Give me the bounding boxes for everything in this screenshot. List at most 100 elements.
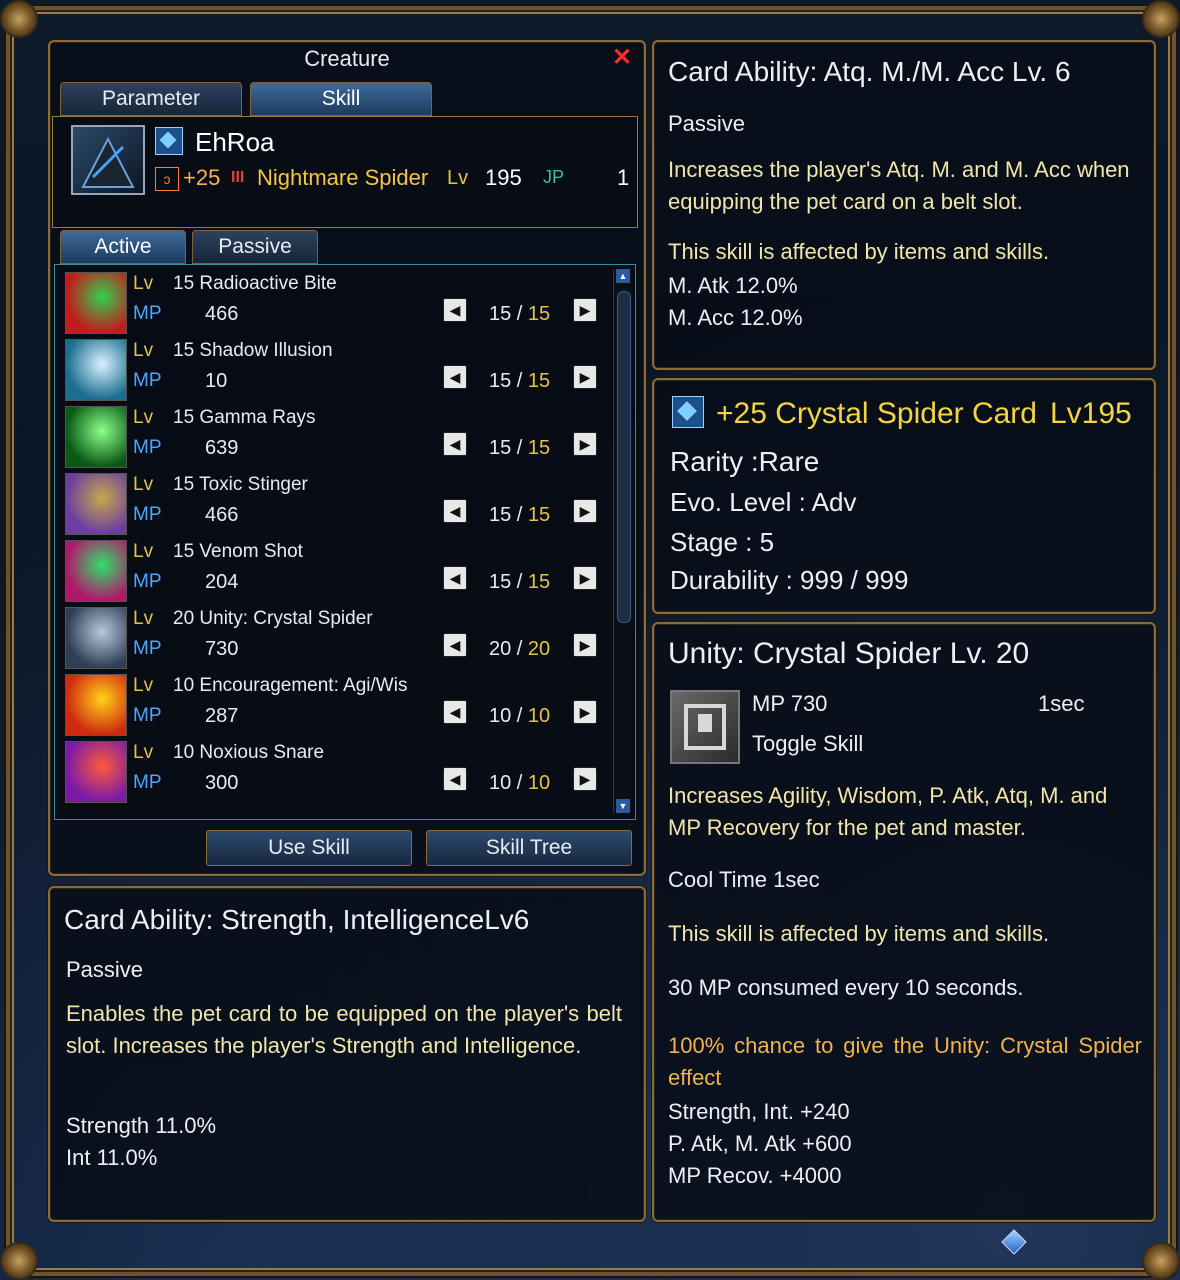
skill-title: Unity: Crystal Spider Lv. 20 <box>668 637 1030 670</box>
skill-points-max: 20 <box>527 638 551 660</box>
skill-mp: 466 <box>205 504 239 526</box>
skill-points: 15 / 15 <box>489 504 551 526</box>
decrease-level-icon[interactable]: ◀ <box>443 365 467 389</box>
mp-label: MP <box>133 772 162 793</box>
card-ability-title: Card Ability: Strength, IntelligenceLv6 <box>64 904 530 935</box>
skill-points-max: 15 <box>527 303 551 325</box>
snare-icon[interactable] <box>65 741 127 803</box>
ability-description: Enables the pet card to be equipped on t… <box>66 1001 622 1058</box>
decrease-level-icon[interactable]: ◀ <box>443 767 467 791</box>
green-burst-icon[interactable] <box>65 406 127 468</box>
close-icon[interactable]: ✕ <box>608 44 636 72</box>
skill-effect: Strength, Int. +240 <box>668 1099 850 1124</box>
corner-ornament <box>0 0 38 38</box>
skill-row[interactable]: Lv 15 Shadow Illusion MP 10 ◀ 15 / 15 ▶ <box>65 336 605 402</box>
skill-name: Unity: Crystal Spider <box>199 608 373 629</box>
skill-name: Shadow Illusion <box>199 340 333 361</box>
scroll-down-icon[interactable]: ▼ <box>616 799 630 813</box>
tab-passive[interactable]: Passive <box>192 230 318 264</box>
venom-icon[interactable] <box>65 540 127 602</box>
skill-points-current: 15 <box>489 504 512 526</box>
creature-window: Creature ✕ Parameter Skill EhRoa ↄ +25 I… <box>48 40 646 876</box>
level-label: Lv <box>133 742 154 763</box>
stinger-icon[interactable] <box>65 473 127 535</box>
scroll-up-icon[interactable]: ▲ <box>616 269 630 283</box>
increase-level-icon[interactable]: ▶ <box>573 767 597 791</box>
tab-active[interactable]: Active <box>60 230 186 264</box>
skill-points: 15 / 15 <box>489 571 551 593</box>
skill-tree-button[interactable]: Skill Tree <box>426 830 632 866</box>
skill-level-name: 15 Shadow Illusion <box>173 340 333 362</box>
jp-label: JP <box>543 167 565 187</box>
scroll-thumb[interactable] <box>617 291 631 623</box>
skill-level: 15 <box>173 340 195 361</box>
skill-points-current: 15 <box>489 437 512 459</box>
skill-points: 10 / 10 <box>489 705 551 727</box>
skill-name: Venom Shot <box>199 541 303 562</box>
increase-level-icon[interactable]: ▶ <box>573 365 597 389</box>
card-ability-title: Card Ability: Atq. M./M. Acc Lv. 6 <box>668 56 1071 87</box>
increase-level-icon[interactable]: ▶ <box>573 633 597 657</box>
mp-label: MP <box>133 437 162 458</box>
skill-mp: 287 <box>205 705 239 727</box>
skill-cast-time: 1sec <box>1038 691 1085 716</box>
skill-row[interactable]: Lv 15 Gamma Rays MP 639 ◀ 15 / 15 ▶ <box>65 403 605 469</box>
ability-type: Passive <box>66 957 144 982</box>
decrease-level-icon[interactable]: ◀ <box>443 499 467 523</box>
toggle-skill-icon <box>670 690 740 764</box>
skill-row[interactable]: Lv 15 Radioactive Bite MP 466 ◀ 15 / 15 ▶ <box>65 269 605 335</box>
tab-parameter[interactable]: Parameter <box>60 82 242 116</box>
skill-points-max: 15 <box>527 437 551 459</box>
card-level: Lv195 <box>1050 397 1132 430</box>
crystal-spider-icon[interactable] <box>65 607 127 669</box>
mp-label: MP <box>133 571 162 592</box>
decrease-level-icon[interactable]: ◀ <box>443 566 467 590</box>
skill-mp: 10 <box>205 370 228 392</box>
skill-level-name: 15 Gamma Rays <box>173 407 316 429</box>
encourage-icon[interactable] <box>65 674 127 736</box>
skill-points-max: 10 <box>527 772 551 794</box>
decrease-level-icon[interactable]: ◀ <box>443 700 467 724</box>
skill-mp: 730 <box>205 638 239 660</box>
skill-points-max: 10 <box>527 705 551 727</box>
enhance-level: +25 <box>183 165 221 190</box>
tab-skill[interactable]: Skill <box>250 82 432 116</box>
skill-points-current: 15 <box>489 303 512 325</box>
card-info-panel: +25 Crystal Spider Card Lv195 Rarity :Ra… <box>652 378 1156 614</box>
skill-level: 10 <box>173 675 195 696</box>
guild-emblem-icon <box>155 127 183 155</box>
skill-points-current: 10 <box>489 772 512 794</box>
skill-consume: 30 MP consumed every 10 seconds. <box>668 975 1024 1000</box>
skill-name: Gamma Rays <box>199 407 316 428</box>
mp-label: MP <box>133 370 162 391</box>
corner-ornament <box>0 1242 38 1280</box>
increase-level-icon[interactable]: ▶ <box>573 499 597 523</box>
decrease-level-icon[interactable]: ◀ <box>443 298 467 322</box>
skill-name: Noxious Snare <box>199 742 325 763</box>
skill-row[interactable]: Lv 10 Noxious Snare MP 300 ◀ 10 / 10 ▶ <box>65 738 605 804</box>
increase-level-icon[interactable]: ▶ <box>573 298 597 322</box>
level-label: Lv <box>133 273 154 294</box>
increase-level-icon[interactable]: ▶ <box>573 432 597 456</box>
claw-green-icon[interactable] <box>65 272 127 334</box>
increase-level-icon[interactable]: ▶ <box>573 566 597 590</box>
skill-row[interactable]: Lv 15 Venom Shot MP 204 ◀ 15 / 15 ▶ <box>65 537 605 603</box>
skill-level: 10 <box>173 742 195 763</box>
skill-row[interactable]: Lv 10 Encouragement: Agi/Wis MP 287 ◀ 10 / 10… <box>65 671 605 737</box>
decrease-level-icon[interactable]: ◀ <box>443 432 467 456</box>
use-skill-button[interactable]: Use Skill <box>206 830 412 866</box>
increase-level-icon[interactable]: ▶ <box>573 700 597 724</box>
creature-header: EhRoa ↄ +25 III Nightmare Spider Lv 195 … <box>52 116 638 228</box>
shadow-beast-icon[interactable] <box>65 339 127 401</box>
decrease-level-icon[interactable]: ◀ <box>443 633 467 657</box>
skill-points-max: 15 <box>527 504 551 526</box>
skill-points-max: 15 <box>527 370 551 392</box>
card-durability: Durability : 999 / 999 <box>670 565 909 595</box>
scrollbar[interactable]: ▲ ▼ <box>613 269 632 813</box>
skill-row[interactable]: Lv 20 Unity: Crystal Spider MP 730 ◀ 20 / 20 ▶ <box>65 604 605 670</box>
skill-row[interactable]: Lv 15 Toxic Stinger MP 466 ◀ 15 / 15 ▶ <box>65 470 605 536</box>
skill-level-name: 15 Toxic Stinger <box>173 474 308 496</box>
card-ability-matk-panel: Card Ability: Atq. M./M. Acc Lv. 6 Passi… <box>652 40 1156 370</box>
skill-level: 15 <box>173 273 195 294</box>
jp-value: 1 <box>617 165 630 190</box>
